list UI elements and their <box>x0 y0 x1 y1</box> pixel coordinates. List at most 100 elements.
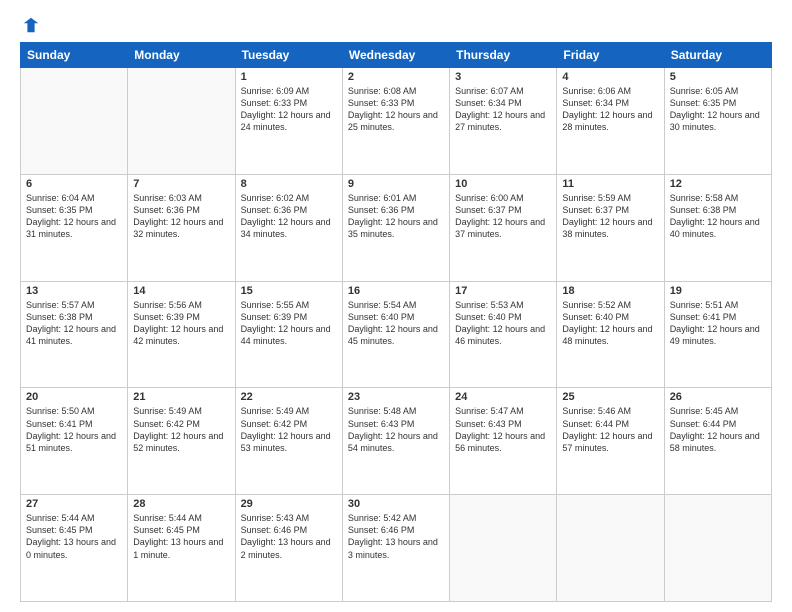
day-info: Sunrise: 5:55 AM Sunset: 6:39 PM Dayligh… <box>241 299 337 348</box>
col-header-monday: Monday <box>128 43 235 68</box>
day-info: Sunrise: 5:58 AM Sunset: 6:38 PM Dayligh… <box>670 192 766 241</box>
day-info: Sunrise: 5:53 AM Sunset: 6:40 PM Dayligh… <box>455 299 551 348</box>
week-row-1: 6 Sunrise: 6:04 AM Sunset: 6:35 PM Dayli… <box>21 174 772 281</box>
week-row-0: 1 Sunrise: 6:09 AM Sunset: 6:33 PM Dayli… <box>21 68 772 175</box>
sunset-text: Sunset: 6:40 PM <box>455 311 551 323</box>
sunrise-text: Sunrise: 5:57 AM <box>26 299 122 311</box>
day-info: Sunrise: 5:54 AM Sunset: 6:40 PM Dayligh… <box>348 299 444 348</box>
day-number: 10 <box>455 178 551 190</box>
sunset-text: Sunset: 6:46 PM <box>348 524 444 536</box>
day-number: 19 <box>670 285 766 297</box>
daylight-text: Daylight: 12 hours and 37 minutes. <box>455 216 551 240</box>
day-number: 23 <box>348 391 444 403</box>
col-header-saturday: Saturday <box>664 43 771 68</box>
daylight-text: Daylight: 12 hours and 57 minutes. <box>562 430 658 454</box>
calendar-cell: 15 Sunrise: 5:55 AM Sunset: 6:39 PM Dayl… <box>235 281 342 388</box>
calendar-table: SundayMondayTuesdayWednesdayThursdayFrid… <box>20 42 772 602</box>
day-number: 14 <box>133 285 229 297</box>
calendar-cell: 12 Sunrise: 5:58 AM Sunset: 6:38 PM Dayl… <box>664 174 771 281</box>
sunset-text: Sunset: 6:38 PM <box>670 204 766 216</box>
calendar-cell: 5 Sunrise: 6:05 AM Sunset: 6:35 PM Dayli… <box>664 68 771 175</box>
sunset-text: Sunset: 6:37 PM <box>562 204 658 216</box>
daylight-text: Daylight: 12 hours and 25 minutes. <box>348 109 444 133</box>
daylight-text: Daylight: 13 hours and 0 minutes. <box>26 536 122 560</box>
week-row-3: 20 Sunrise: 5:50 AM Sunset: 6:41 PM Dayl… <box>21 388 772 495</box>
day-number: 5 <box>670 71 766 83</box>
sunset-text: Sunset: 6:36 PM <box>133 204 229 216</box>
day-info: Sunrise: 6:00 AM Sunset: 6:37 PM Dayligh… <box>455 192 551 241</box>
calendar-cell: 14 Sunrise: 5:56 AM Sunset: 6:39 PM Dayl… <box>128 281 235 388</box>
sunrise-text: Sunrise: 5:48 AM <box>348 405 444 417</box>
daylight-text: Daylight: 12 hours and 44 minutes. <box>241 323 337 347</box>
sunset-text: Sunset: 6:44 PM <box>562 418 658 430</box>
calendar-cell: 23 Sunrise: 5:48 AM Sunset: 6:43 PM Dayl… <box>342 388 449 495</box>
sunrise-text: Sunrise: 5:58 AM <box>670 192 766 204</box>
calendar-header-row: SundayMondayTuesdayWednesdayThursdayFrid… <box>21 43 772 68</box>
daylight-text: Daylight: 12 hours and 54 minutes. <box>348 430 444 454</box>
sunset-text: Sunset: 6:41 PM <box>26 418 122 430</box>
sunrise-text: Sunrise: 6:09 AM <box>241 85 337 97</box>
daylight-text: Daylight: 12 hours and 58 minutes. <box>670 430 766 454</box>
calendar-cell: 2 Sunrise: 6:08 AM Sunset: 6:33 PM Dayli… <box>342 68 449 175</box>
sunrise-text: Sunrise: 6:01 AM <box>348 192 444 204</box>
day-info: Sunrise: 5:50 AM Sunset: 6:41 PM Dayligh… <box>26 405 122 454</box>
daylight-text: Daylight: 12 hours and 24 minutes. <box>241 109 337 133</box>
calendar-cell: 8 Sunrise: 6:02 AM Sunset: 6:36 PM Dayli… <box>235 174 342 281</box>
sunrise-text: Sunrise: 5:49 AM <box>133 405 229 417</box>
sunrise-text: Sunrise: 6:02 AM <box>241 192 337 204</box>
sunrise-text: Sunrise: 6:04 AM <box>26 192 122 204</box>
daylight-text: Daylight: 12 hours and 48 minutes. <box>562 323 658 347</box>
sunset-text: Sunset: 6:41 PM <box>670 311 766 323</box>
sunrise-text: Sunrise: 5:55 AM <box>241 299 337 311</box>
day-info: Sunrise: 6:07 AM Sunset: 6:34 PM Dayligh… <box>455 85 551 134</box>
sunrise-text: Sunrise: 5:53 AM <box>455 299 551 311</box>
day-number: 15 <box>241 285 337 297</box>
day-info: Sunrise: 5:51 AM Sunset: 6:41 PM Dayligh… <box>670 299 766 348</box>
daylight-text: Daylight: 12 hours and 45 minutes. <box>348 323 444 347</box>
day-info: Sunrise: 5:56 AM Sunset: 6:39 PM Dayligh… <box>133 299 229 348</box>
sunrise-text: Sunrise: 5:59 AM <box>562 192 658 204</box>
day-info: Sunrise: 5:44 AM Sunset: 6:45 PM Dayligh… <box>26 512 122 561</box>
day-number: 12 <box>670 178 766 190</box>
day-number: 8 <box>241 178 337 190</box>
daylight-text: Daylight: 12 hours and 46 minutes. <box>455 323 551 347</box>
day-number: 11 <box>562 178 658 190</box>
daylight-text: Daylight: 12 hours and 32 minutes. <box>133 216 229 240</box>
day-number: 27 <box>26 498 122 510</box>
week-row-4: 27 Sunrise: 5:44 AM Sunset: 6:45 PM Dayl… <box>21 495 772 602</box>
day-info: Sunrise: 5:52 AM Sunset: 6:40 PM Dayligh… <box>562 299 658 348</box>
sunset-text: Sunset: 6:40 PM <box>348 311 444 323</box>
daylight-text: Daylight: 12 hours and 35 minutes. <box>348 216 444 240</box>
day-info: Sunrise: 6:03 AM Sunset: 6:36 PM Dayligh… <box>133 192 229 241</box>
day-info: Sunrise: 6:01 AM Sunset: 6:36 PM Dayligh… <box>348 192 444 241</box>
calendar-cell: 30 Sunrise: 5:42 AM Sunset: 6:46 PM Dayl… <box>342 495 449 602</box>
calendar-cell: 4 Sunrise: 6:06 AM Sunset: 6:34 PM Dayli… <box>557 68 664 175</box>
calendar-cell: 11 Sunrise: 5:59 AM Sunset: 6:37 PM Dayl… <box>557 174 664 281</box>
calendar-cell: 1 Sunrise: 6:09 AM Sunset: 6:33 PM Dayli… <box>235 68 342 175</box>
day-number: 7 <box>133 178 229 190</box>
sunrise-text: Sunrise: 5:43 AM <box>241 512 337 524</box>
col-header-tuesday: Tuesday <box>235 43 342 68</box>
day-info: Sunrise: 5:49 AM Sunset: 6:42 PM Dayligh… <box>133 405 229 454</box>
sunset-text: Sunset: 6:40 PM <box>562 311 658 323</box>
calendar-cell: 17 Sunrise: 5:53 AM Sunset: 6:40 PM Dayl… <box>450 281 557 388</box>
calendar-cell <box>450 495 557 602</box>
day-number: 4 <box>562 71 658 83</box>
sunrise-text: Sunrise: 5:44 AM <box>26 512 122 524</box>
calendar-cell: 19 Sunrise: 5:51 AM Sunset: 6:41 PM Dayl… <box>664 281 771 388</box>
daylight-text: Daylight: 12 hours and 52 minutes. <box>133 430 229 454</box>
calendar-cell: 6 Sunrise: 6:04 AM Sunset: 6:35 PM Dayli… <box>21 174 128 281</box>
day-info: Sunrise: 6:05 AM Sunset: 6:35 PM Dayligh… <box>670 85 766 134</box>
sunset-text: Sunset: 6:36 PM <box>348 204 444 216</box>
daylight-text: Daylight: 12 hours and 53 minutes. <box>241 430 337 454</box>
day-info: Sunrise: 5:48 AM Sunset: 6:43 PM Dayligh… <box>348 405 444 454</box>
daylight-text: Daylight: 12 hours and 34 minutes. <box>241 216 337 240</box>
day-info: Sunrise: 5:46 AM Sunset: 6:44 PM Dayligh… <box>562 405 658 454</box>
day-info: Sunrise: 5:44 AM Sunset: 6:45 PM Dayligh… <box>133 512 229 561</box>
sunset-text: Sunset: 6:42 PM <box>133 418 229 430</box>
sunrise-text: Sunrise: 5:50 AM <box>26 405 122 417</box>
day-info: Sunrise: 5:45 AM Sunset: 6:44 PM Dayligh… <box>670 405 766 454</box>
sunrise-text: Sunrise: 5:51 AM <box>670 299 766 311</box>
day-info: Sunrise: 6:04 AM Sunset: 6:35 PM Dayligh… <box>26 192 122 241</box>
sunrise-text: Sunrise: 6:03 AM <box>133 192 229 204</box>
